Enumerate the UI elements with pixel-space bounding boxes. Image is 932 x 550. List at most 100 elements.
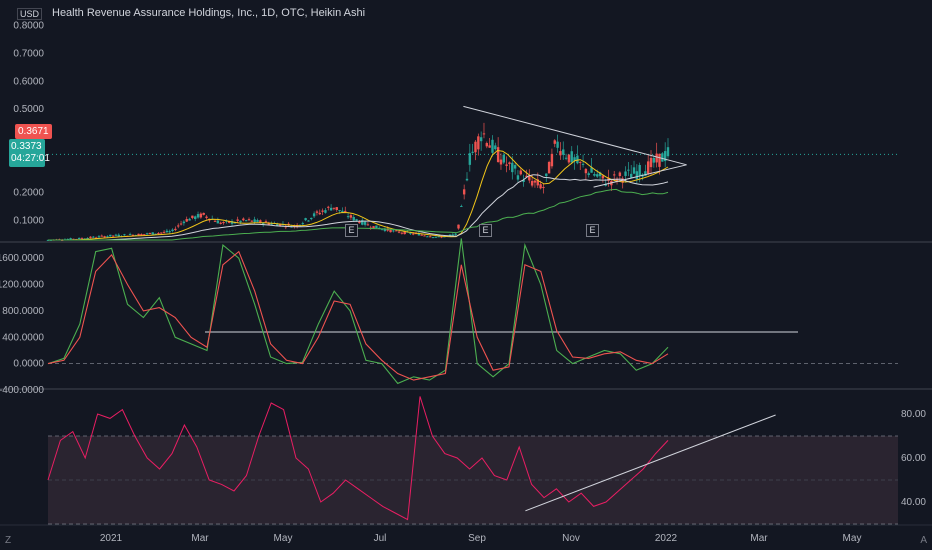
candle-body xyxy=(358,221,361,224)
candle-body xyxy=(315,211,319,213)
candle-body xyxy=(624,171,627,176)
time-tick-label: 2022 xyxy=(655,533,678,544)
candle-body xyxy=(253,219,256,223)
candle-body xyxy=(593,174,596,176)
candle-body xyxy=(474,141,477,153)
currency-label: USD xyxy=(17,8,43,20)
candle-body xyxy=(111,235,115,237)
candle-body xyxy=(491,139,494,153)
current-price-badge: 0.3373 04:27:01 xyxy=(9,139,50,167)
candle-body xyxy=(502,154,505,163)
candle-body xyxy=(301,223,304,225)
auto-scale-button[interactable]: A xyxy=(920,535,927,546)
candle-body xyxy=(92,236,95,238)
bar-countdown: 04:27:01 xyxy=(11,153,50,164)
candle-body xyxy=(528,176,531,181)
candle-body xyxy=(579,161,582,163)
candle-body xyxy=(570,151,573,163)
price-tick-label: 0.8000 xyxy=(13,21,44,32)
candle-body xyxy=(581,163,585,165)
candle-body xyxy=(468,153,472,165)
candle-body xyxy=(428,236,432,238)
candle-body xyxy=(151,232,154,235)
candle-body xyxy=(542,186,545,188)
candle-body xyxy=(366,224,370,226)
candle-body xyxy=(352,217,355,221)
candle-body xyxy=(485,143,489,147)
candle-body xyxy=(412,233,415,235)
candle-body xyxy=(162,231,166,233)
candle-body xyxy=(596,174,599,177)
candle-body xyxy=(157,233,160,235)
candle-body xyxy=(564,157,568,159)
candle-body xyxy=(69,238,72,240)
candle-body xyxy=(395,230,398,232)
candle-body xyxy=(533,180,537,183)
candle-body xyxy=(205,216,208,218)
candle-body xyxy=(222,222,225,224)
osc-tick-label: -400.0000 xyxy=(0,385,44,396)
candle-body xyxy=(338,210,341,212)
candle-body xyxy=(547,161,551,174)
earnings-marker-2[interactable]: E xyxy=(479,224,492,237)
candle-body xyxy=(363,221,367,225)
candle-body xyxy=(145,233,149,235)
candle-body xyxy=(649,157,653,168)
candle-body xyxy=(576,155,579,164)
candle-body xyxy=(236,219,239,221)
last-price-badge: 0.3671 xyxy=(15,124,52,139)
candle-body xyxy=(335,207,338,211)
time-tick-label: Mar xyxy=(191,533,209,544)
candle-body xyxy=(318,212,321,215)
candle-body xyxy=(239,220,242,223)
candle-body xyxy=(100,235,103,237)
rsi-tick-label: 80.00 xyxy=(901,409,926,420)
time-tick-label: May xyxy=(274,533,293,544)
candle-body xyxy=(434,236,438,238)
candle-body xyxy=(344,210,347,212)
candle-body xyxy=(420,234,423,236)
candle-body xyxy=(567,154,571,163)
candle-body xyxy=(627,169,630,171)
candle-body xyxy=(216,220,220,224)
candle-body xyxy=(171,229,174,231)
zoom-button[interactable]: Z xyxy=(5,535,11,546)
candle-body xyxy=(117,234,120,237)
osc-tick-label: 0.0000 xyxy=(13,359,44,370)
candle-body xyxy=(496,147,500,163)
candle-body xyxy=(397,231,401,233)
candle-body xyxy=(191,215,194,219)
candle-body xyxy=(242,218,245,221)
candle-body xyxy=(618,172,622,176)
candle-body xyxy=(553,140,556,144)
sma-mid-line xyxy=(48,174,669,241)
candle-body xyxy=(182,221,186,224)
time-tick-label: May xyxy=(843,533,862,544)
candle-body xyxy=(250,220,254,222)
candle-body xyxy=(519,170,522,175)
earnings-marker-3[interactable]: E xyxy=(586,224,599,237)
candle-body xyxy=(462,189,466,195)
candle-body xyxy=(123,234,126,236)
candle-body xyxy=(247,219,251,221)
candle-body xyxy=(545,173,548,177)
candle-body xyxy=(629,173,633,178)
candle-body xyxy=(312,213,316,217)
earnings-marker-1[interactable]: E xyxy=(345,224,358,237)
price-tick-label: 0.5000 xyxy=(13,104,44,115)
candle-body xyxy=(632,167,636,174)
time-tick-label: Jul xyxy=(374,533,387,544)
candle-body xyxy=(109,234,112,237)
candle-body xyxy=(587,173,590,176)
candle-body xyxy=(174,228,177,231)
candle-body xyxy=(550,153,554,167)
time-tick-label: Nov xyxy=(562,533,580,544)
candle-body xyxy=(511,162,514,173)
candle-body xyxy=(97,236,101,238)
candle-body xyxy=(409,232,412,234)
triangle-trendline-upper xyxy=(463,105,687,166)
candle-body xyxy=(355,219,358,221)
price-tick-label: 0.1000 xyxy=(13,216,44,227)
candle-body xyxy=(202,212,205,215)
candle-body xyxy=(658,153,661,167)
